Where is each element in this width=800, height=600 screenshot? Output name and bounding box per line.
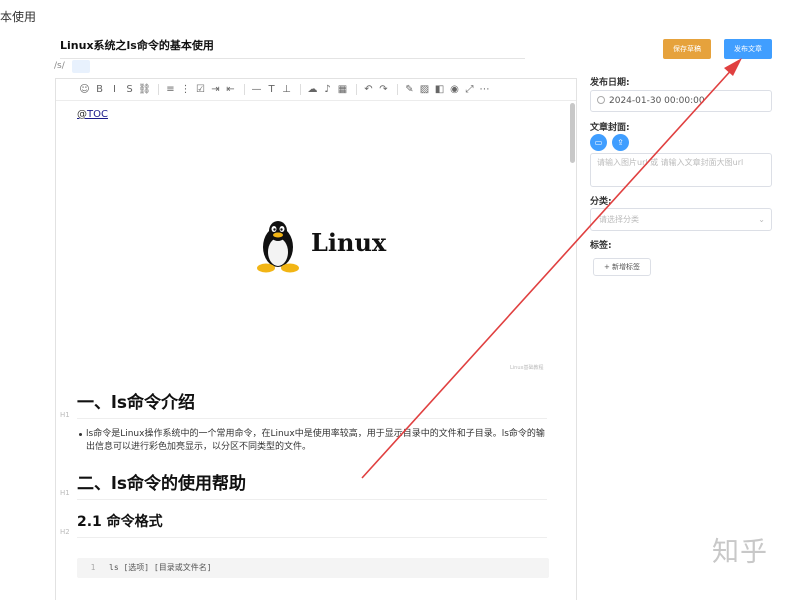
code-block: 1 ls [选项] [目录或文件名]: [77, 558, 549, 578]
heading-gutter-marker: H1: [60, 489, 70, 497]
tags-label: 标签:: [590, 241, 612, 251]
slug-prefix: /s/: [54, 61, 65, 71]
tux-penguin-icon: [257, 221, 299, 273]
zhihu-watermark: 知乎: [712, 537, 768, 568]
redo-icon[interactable]: ↷: [377, 83, 390, 96]
toc-link[interactable]: TOC: [87, 109, 108, 120]
category-placeholder: 请选择分类: [599, 215, 639, 224]
cover-url-input[interactable]: 请输入图片url 或 请输入文章封面大图url: [590, 153, 772, 187]
linux-logo-text: Linux: [311, 228, 387, 257]
publish-date-label: 发布日期:: [590, 78, 630, 88]
horizontal-rule-icon[interactable]: —: [250, 83, 263, 96]
heading-gutter-marker: H1: [60, 411, 70, 419]
toc-at-sign: @: [77, 109, 87, 120]
fill-icon[interactable]: ◧: [433, 83, 446, 96]
eye-icon[interactable]: ◉: [448, 83, 461, 96]
fullscreen-icon[interactable]: ⤢: [463, 83, 476, 96]
upload-icon[interactable]: ☁: [306, 83, 319, 96]
chevron-down-icon: ⌄: [758, 215, 765, 224]
toc-marker: @TOC: [77, 109, 108, 120]
bold-icon[interactable]: B: [93, 83, 106, 96]
link-icon[interactable]: ⛓: [138, 83, 151, 96]
bullet-list-icon[interactable]: ≡: [164, 83, 177, 96]
top-bar: 本使用: [0, 0, 800, 30]
heading-ls-help: 二、ls命令的使用帮助: [77, 469, 547, 500]
publish-date-input[interactable]: 2024-01-30 00:00:00: [590, 90, 772, 112]
list-item: ls命令是Linux操作系统中的一个常用命令，在Linux中是使用率较高，用于显…: [79, 428, 552, 454]
emoji-icon[interactable]: ☺: [78, 83, 91, 96]
image-caption: Linux基础教程: [510, 365, 544, 371]
ordered-list-icon[interactable]: ⋮: [179, 83, 192, 96]
editor-content[interactable]: @TOC Linux Linux基础教程 H1 一、ls命令介绍 ls命令是Li…: [56, 101, 566, 600]
editor-scrollbar[interactable]: [569, 101, 576, 600]
code-line-number: 1: [90, 563, 96, 572]
indent-icon[interactable]: ⇥: [209, 83, 222, 96]
upload-icon[interactable]: ⇪: [612, 134, 629, 151]
add-tag-button[interactable]: + 新增标签: [593, 258, 651, 276]
heading-gutter-marker: H2: [60, 528, 70, 536]
slug-input[interactable]: [72, 60, 90, 73]
publish-date-value: 2024-01-30 00:00:00: [609, 96, 705, 106]
heading-command-format: 2.1 命令格式: [77, 511, 547, 538]
code-line: ls [选项] [目录或文件名]: [109, 563, 212, 572]
microphone-icon[interactable]: ♪: [321, 83, 334, 96]
category-label: 分类:: [590, 197, 612, 207]
checklist-icon[interactable]: ☑: [194, 83, 207, 96]
edit-icon[interactable]: ✎: [403, 83, 416, 96]
undo-icon[interactable]: ↶: [362, 83, 375, 96]
italic-icon[interactable]: I: [108, 83, 121, 96]
cover-label: 文章封面:: [590, 123, 630, 133]
markdown-editor[interactable]: ☺ B I S ⛓ ≡ ⋮ ☑ ⇥ ⇤ — T ⊥ ☁ ♪ ▦ ↶ ↷ ✎ ▨ ◧ ◉ ⤢ ⋯ @TOC Linux Linu…: [55, 78, 577, 600]
editor-toolbar: ☺ B I S ⛓ ≡ ⋮ ☑ ⇥ ⇤ — T ⊥ ☁ ♪ ▦ ↶ ↷ ✎ ▨ ◧ ◉ ⤢ ⋯: [56, 79, 576, 101]
article-title: Linux系统之ls命令的基本使用: [60, 39, 214, 52]
strikethrough-icon[interactable]: S: [123, 83, 136, 96]
save-draft-button[interactable]: 保存草稿: [663, 39, 711, 59]
folder-icon[interactable]: ▭: [590, 134, 607, 151]
scrollbar-thumb[interactable]: [570, 103, 575, 163]
toolbar-divider: [158, 84, 159, 95]
heading-ls-intro: 一、ls命令介绍: [77, 388, 547, 419]
toolbar-divider: [397, 84, 398, 95]
toolbar-divider: [244, 84, 245, 95]
image-icon[interactable]: ▨: [418, 83, 431, 96]
table-icon[interactable]: ▦: [336, 83, 349, 96]
publish-article-button[interactable]: 发布文章: [724, 39, 772, 59]
outdent-icon[interactable]: ⇤: [224, 83, 237, 96]
linux-logo-image: Linux: [254, 217, 394, 275]
article-title-field[interactable]: Linux系统之ls命令的基本使用: [60, 37, 525, 59]
align-bottom-icon[interactable]: ⊥: [280, 83, 293, 96]
title-icon[interactable]: T: [265, 83, 278, 96]
more-icon[interactable]: ⋯: [478, 83, 491, 96]
toolbar-divider: [356, 84, 357, 95]
breadcrumb: 本使用: [0, 10, 37, 24]
category-select[interactable]: 请选择分类 ⌄: [590, 208, 772, 231]
clock-icon: [597, 96, 605, 104]
toolbar-divider: [300, 84, 301, 95]
